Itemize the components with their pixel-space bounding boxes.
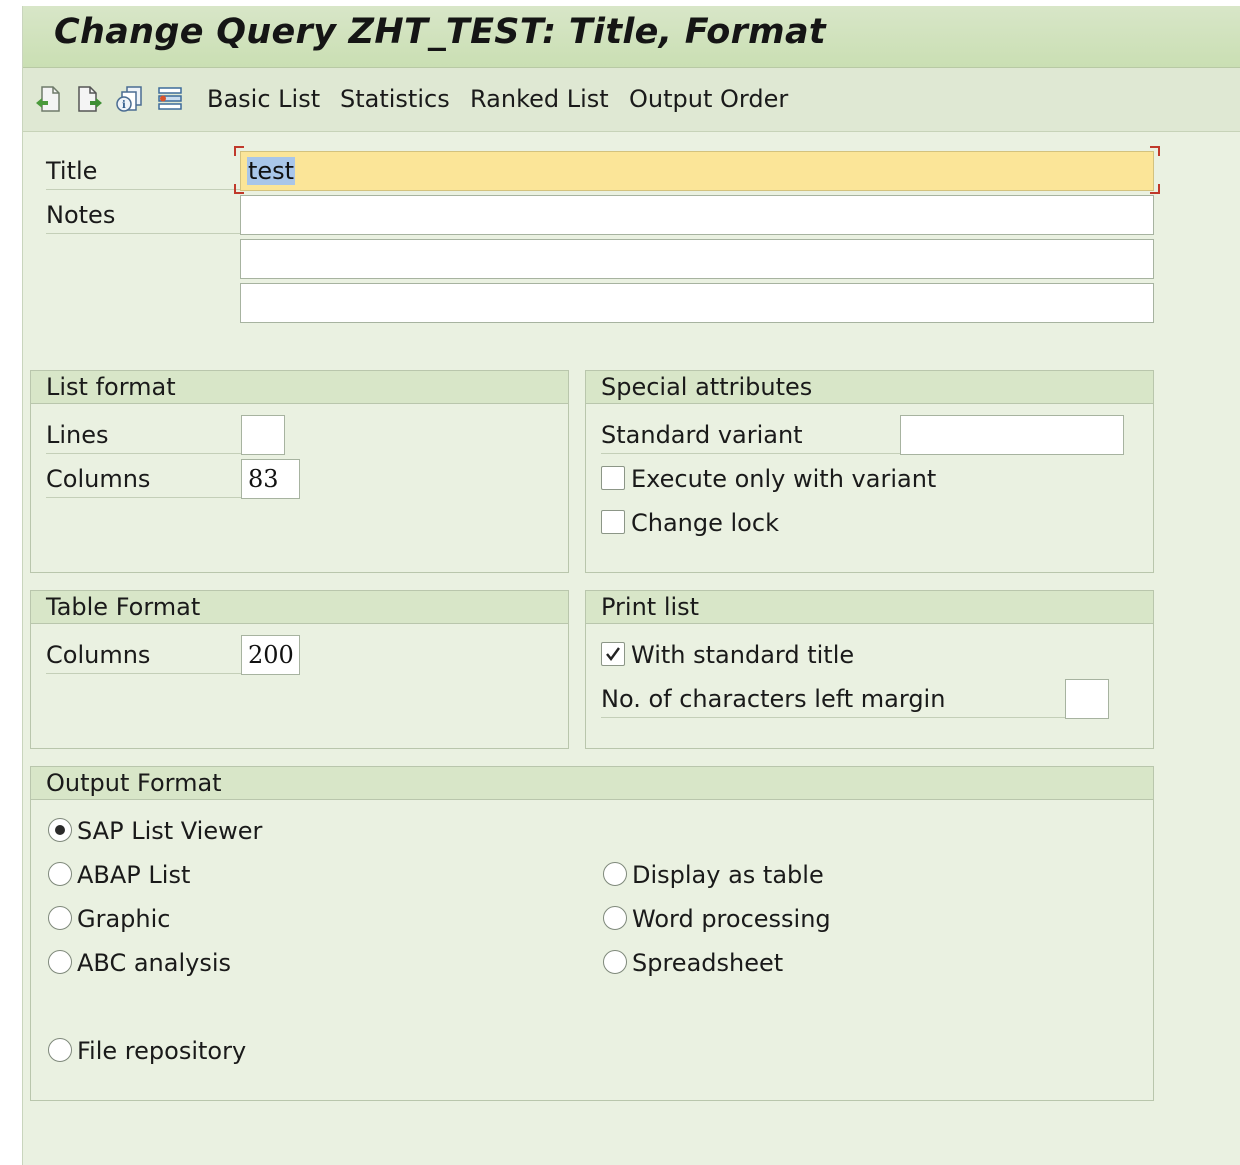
notes-input-1[interactable] (240, 195, 1154, 235)
output-format-group: Output Format SAP List Viewer ABAP List … (30, 766, 1154, 1101)
copy-info-icon[interactable]: i (113, 82, 147, 116)
columns-label: Columns (46, 461, 241, 498)
special-attributes-header: Special attributes (586, 371, 1153, 404)
focus-corner-tr (1150, 146, 1160, 156)
special-attributes-heading: Special attributes (601, 373, 813, 401)
statistics-button[interactable]: Statistics (340, 81, 450, 117)
checkmark-icon (606, 647, 620, 661)
output-order-button[interactable]: Output Order (629, 81, 788, 117)
table-format-heading: Table Format (46, 593, 201, 621)
layout-icon[interactable] (153, 82, 187, 116)
lines-label: Lines (46, 417, 241, 454)
back-document-icon[interactable] (31, 82, 65, 116)
title-label: Title (46, 153, 240, 190)
ranked-list-button[interactable]: Ranked List (470, 81, 609, 117)
print-list-heading: Print list (601, 593, 700, 621)
word-processing-label: Word processing (632, 905, 831, 933)
change-lock-label: Change lock (631, 509, 779, 537)
with-title-label: With standard title (631, 641, 855, 669)
table-columns-input[interactable]: 200 (241, 635, 300, 675)
print-list-header: Print list (586, 591, 1153, 624)
list-format-group: List format Lines Columns 83 (30, 370, 569, 573)
table-format-group: Table Format Columns 200 (30, 590, 569, 749)
left-margin-input[interactable] (1065, 679, 1109, 719)
notes-input-3[interactable] (240, 283, 1154, 323)
svg-text:i: i (122, 100, 126, 111)
title-input[interactable]: test (240, 151, 1154, 191)
list-format-header: List format (31, 371, 568, 404)
sap-list-viewer-radio[interactable] (48, 818, 72, 842)
abc-analysis-label: ABC analysis (77, 949, 232, 977)
title-value: test (247, 157, 296, 185)
table-format-header: Table Format (31, 591, 568, 624)
basic-list-button[interactable]: Basic List (207, 81, 320, 117)
abc-analysis-radio[interactable] (48, 950, 72, 974)
focus-corner-tl (234, 146, 244, 156)
output-format-header: Output Format (31, 767, 1153, 800)
change-lock-checkbox[interactable] (601, 510, 625, 534)
list-format-heading: List format (46, 373, 176, 401)
screen-frame: Change Query ZHT_TEST: Title, Format i B… (22, 6, 1240, 1165)
file-repository-radio[interactable] (48, 1038, 72, 1062)
focus-corner-br (1150, 184, 1160, 194)
graphic-radio[interactable] (48, 906, 72, 930)
page-title: Change Query ZHT_TEST: Title, Format (54, 12, 826, 52)
standard-variant-input[interactable] (900, 415, 1124, 455)
standard-variant-label: Standard variant (601, 417, 901, 454)
output-format-heading: Output Format (46, 769, 222, 797)
abap-list-radio[interactable] (48, 862, 72, 886)
word-processing-radio[interactable] (603, 906, 627, 930)
abap-list-label: ABAP List (77, 861, 191, 889)
special-attributes-group: Special attributes Standard variant Exec… (585, 370, 1154, 573)
with-title-checkbox[interactable] (601, 642, 625, 666)
execute-only-checkbox[interactable] (601, 466, 625, 490)
display-as-table-label: Display as table (632, 861, 824, 889)
left-margin-label: No. of characters left margin (601, 681, 1066, 718)
application-toolbar: i Basic List Statistics Ranked List Outp… (23, 68, 1240, 132)
sap-list-viewer-label: SAP List Viewer (77, 817, 263, 845)
spreadsheet-radio[interactable] (603, 950, 627, 974)
file-repository-label: File repository (77, 1037, 247, 1065)
display-as-table-radio[interactable] (603, 862, 627, 886)
lines-input[interactable] (241, 415, 285, 455)
title-bar: Change Query ZHT_TEST: Title, Format (23, 6, 1240, 68)
focus-corner-bl (234, 184, 244, 194)
notes-label: Notes (46, 197, 240, 234)
list-columns-input[interactable]: 83 (241, 459, 300, 499)
execute-only-label: Execute only with variant (631, 465, 937, 493)
table-columns-label: Columns (46, 637, 241, 674)
forward-document-icon[interactable] (73, 82, 107, 116)
notes-input-2[interactable] (240, 239, 1154, 279)
spreadsheet-label: Spreadsheet (632, 949, 784, 977)
graphic-label: Graphic (77, 905, 171, 933)
print-list-group: Print list With standard title No. of ch… (585, 590, 1154, 749)
